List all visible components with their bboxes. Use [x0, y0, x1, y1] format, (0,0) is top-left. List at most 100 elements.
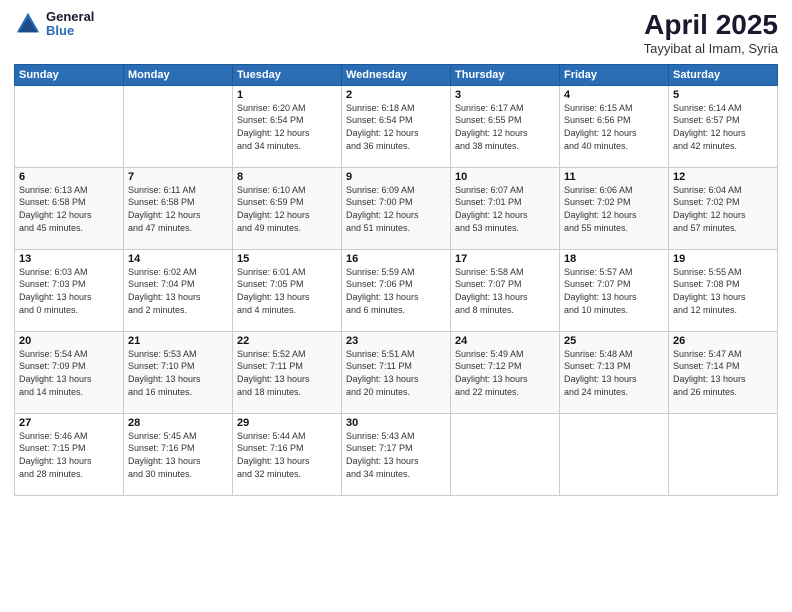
page: General Blue April 2025 Tayyibat al Imam… — [0, 0, 792, 612]
day-number: 5 — [673, 89, 773, 101]
day-info: Sunrise: 6:06 AM Sunset: 7:02 PM Dayligh… — [564, 184, 664, 234]
calendar-cell: 7Sunrise: 6:11 AM Sunset: 6:58 PM Daylig… — [124, 167, 233, 249]
calendar-cell: 1Sunrise: 6:20 AM Sunset: 6:54 PM Daylig… — [233, 85, 342, 167]
month-title: April 2025 — [644, 10, 778, 41]
calendar-cell: 22Sunrise: 5:52 AM Sunset: 7:11 PM Dayli… — [233, 331, 342, 413]
day-info: Sunrise: 6:15 AM Sunset: 6:56 PM Dayligh… — [564, 102, 664, 152]
day-info: Sunrise: 5:58 AM Sunset: 7:07 PM Dayligh… — [455, 266, 555, 316]
location-subtitle: Tayyibat al Imam, Syria — [644, 41, 778, 56]
day-info: Sunrise: 6:14 AM Sunset: 6:57 PM Dayligh… — [673, 102, 773, 152]
day-info: Sunrise: 5:45 AM Sunset: 7:16 PM Dayligh… — [128, 430, 228, 480]
day-number: 28 — [128, 417, 228, 429]
day-info: Sunrise: 5:44 AM Sunset: 7:16 PM Dayligh… — [237, 430, 337, 480]
day-number: 2 — [346, 89, 446, 101]
day-info: Sunrise: 5:59 AM Sunset: 7:06 PM Dayligh… — [346, 266, 446, 316]
day-number: 6 — [19, 171, 119, 183]
calendar-header: SundayMondayTuesdayWednesdayThursdayFrid… — [15, 64, 778, 85]
day-info: Sunrise: 5:43 AM Sunset: 7:17 PM Dayligh… — [346, 430, 446, 480]
calendar-cell: 25Sunrise: 5:48 AM Sunset: 7:13 PM Dayli… — [560, 331, 669, 413]
day-number: 23 — [346, 335, 446, 347]
day-info: Sunrise: 5:47 AM Sunset: 7:14 PM Dayligh… — [673, 348, 773, 398]
calendar-cell: 10Sunrise: 6:07 AM Sunset: 7:01 PM Dayli… — [451, 167, 560, 249]
calendar-cell: 15Sunrise: 6:01 AM Sunset: 7:05 PM Dayli… — [233, 249, 342, 331]
day-info: Sunrise: 6:04 AM Sunset: 7:02 PM Dayligh… — [673, 184, 773, 234]
day-number: 27 — [19, 417, 119, 429]
day-info: Sunrise: 5:52 AM Sunset: 7:11 PM Dayligh… — [237, 348, 337, 398]
day-number: 9 — [346, 171, 446, 183]
day-number: 19 — [673, 253, 773, 265]
calendar-week-4: 20Sunrise: 5:54 AM Sunset: 7:09 PM Dayli… — [15, 331, 778, 413]
day-number: 17 — [455, 253, 555, 265]
calendar-cell — [560, 413, 669, 495]
day-info: Sunrise: 6:10 AM Sunset: 6:59 PM Dayligh… — [237, 184, 337, 234]
header: General Blue April 2025 Tayyibat al Imam… — [14, 10, 778, 56]
header-row: SundayMondayTuesdayWednesdayThursdayFrid… — [15, 64, 778, 85]
day-number: 24 — [455, 335, 555, 347]
logo-text: General Blue — [46, 10, 94, 39]
day-header-sunday: Sunday — [15, 64, 124, 85]
calendar-cell: 2Sunrise: 6:18 AM Sunset: 6:54 PM Daylig… — [342, 85, 451, 167]
day-info: Sunrise: 5:57 AM Sunset: 7:07 PM Dayligh… — [564, 266, 664, 316]
calendar-table: SundayMondayTuesdayWednesdayThursdayFrid… — [14, 64, 778, 496]
calendar-cell: 23Sunrise: 5:51 AM Sunset: 7:11 PM Dayli… — [342, 331, 451, 413]
day-number: 8 — [237, 171, 337, 183]
calendar-week-5: 27Sunrise: 5:46 AM Sunset: 7:15 PM Dayli… — [15, 413, 778, 495]
day-number: 18 — [564, 253, 664, 265]
day-info: Sunrise: 6:07 AM Sunset: 7:01 PM Dayligh… — [455, 184, 555, 234]
day-info: Sunrise: 6:20 AM Sunset: 6:54 PM Dayligh… — [237, 102, 337, 152]
day-header-monday: Monday — [124, 64, 233, 85]
day-info: Sunrise: 6:13 AM Sunset: 6:58 PM Dayligh… — [19, 184, 119, 234]
day-info: Sunrise: 5:55 AM Sunset: 7:08 PM Dayligh… — [673, 266, 773, 316]
day-header-saturday: Saturday — [669, 64, 778, 85]
calendar-cell: 26Sunrise: 5:47 AM Sunset: 7:14 PM Dayli… — [669, 331, 778, 413]
day-info: Sunrise: 5:51 AM Sunset: 7:11 PM Dayligh… — [346, 348, 446, 398]
day-header-tuesday: Tuesday — [233, 64, 342, 85]
calendar-cell — [15, 85, 124, 167]
logo: General Blue — [14, 10, 94, 39]
calendar-cell: 20Sunrise: 5:54 AM Sunset: 7:09 PM Dayli… — [15, 331, 124, 413]
calendar-cell: 28Sunrise: 5:45 AM Sunset: 7:16 PM Dayli… — [124, 413, 233, 495]
day-number: 3 — [455, 89, 555, 101]
day-number: 30 — [346, 417, 446, 429]
day-info: Sunrise: 6:03 AM Sunset: 7:03 PM Dayligh… — [19, 266, 119, 316]
title-block: April 2025 Tayyibat al Imam, Syria — [644, 10, 778, 56]
calendar-cell: 11Sunrise: 6:06 AM Sunset: 7:02 PM Dayli… — [560, 167, 669, 249]
calendar-cell: 14Sunrise: 6:02 AM Sunset: 7:04 PM Dayli… — [124, 249, 233, 331]
calendar-cell: 19Sunrise: 5:55 AM Sunset: 7:08 PM Dayli… — [669, 249, 778, 331]
logo-general-text: General — [46, 10, 94, 24]
day-number: 26 — [673, 335, 773, 347]
day-info: Sunrise: 6:02 AM Sunset: 7:04 PM Dayligh… — [128, 266, 228, 316]
calendar-cell: 12Sunrise: 6:04 AM Sunset: 7:02 PM Dayli… — [669, 167, 778, 249]
day-info: Sunrise: 5:53 AM Sunset: 7:10 PM Dayligh… — [128, 348, 228, 398]
calendar-week-3: 13Sunrise: 6:03 AM Sunset: 7:03 PM Dayli… — [15, 249, 778, 331]
calendar-cell: 13Sunrise: 6:03 AM Sunset: 7:03 PM Dayli… — [15, 249, 124, 331]
calendar-cell — [451, 413, 560, 495]
day-header-friday: Friday — [560, 64, 669, 85]
day-info: Sunrise: 6:01 AM Sunset: 7:05 PM Dayligh… — [237, 266, 337, 316]
logo-blue-text: Blue — [46, 24, 94, 38]
day-number: 14 — [128, 253, 228, 265]
day-header-wednesday: Wednesday — [342, 64, 451, 85]
calendar-cell — [124, 85, 233, 167]
day-info: Sunrise: 5:46 AM Sunset: 7:15 PM Dayligh… — [19, 430, 119, 480]
calendar-cell: 27Sunrise: 5:46 AM Sunset: 7:15 PM Dayli… — [15, 413, 124, 495]
day-header-thursday: Thursday — [451, 64, 560, 85]
day-number: 4 — [564, 89, 664, 101]
logo-icon — [14, 10, 42, 38]
day-number: 25 — [564, 335, 664, 347]
calendar-cell: 18Sunrise: 5:57 AM Sunset: 7:07 PM Dayli… — [560, 249, 669, 331]
day-number: 16 — [346, 253, 446, 265]
calendar-cell: 30Sunrise: 5:43 AM Sunset: 7:17 PM Dayli… — [342, 413, 451, 495]
calendar-cell: 9Sunrise: 6:09 AM Sunset: 7:00 PM Daylig… — [342, 167, 451, 249]
day-info: Sunrise: 5:54 AM Sunset: 7:09 PM Dayligh… — [19, 348, 119, 398]
calendar-body: 1Sunrise: 6:20 AM Sunset: 6:54 PM Daylig… — [15, 85, 778, 495]
calendar-cell: 24Sunrise: 5:49 AM Sunset: 7:12 PM Dayli… — [451, 331, 560, 413]
day-info: Sunrise: 6:09 AM Sunset: 7:00 PM Dayligh… — [346, 184, 446, 234]
day-number: 15 — [237, 253, 337, 265]
calendar-cell: 3Sunrise: 6:17 AM Sunset: 6:55 PM Daylig… — [451, 85, 560, 167]
calendar-cell: 5Sunrise: 6:14 AM Sunset: 6:57 PM Daylig… — [669, 85, 778, 167]
calendar-week-2: 6Sunrise: 6:13 AM Sunset: 6:58 PM Daylig… — [15, 167, 778, 249]
calendar-cell: 16Sunrise: 5:59 AM Sunset: 7:06 PM Dayli… — [342, 249, 451, 331]
calendar-cell: 4Sunrise: 6:15 AM Sunset: 6:56 PM Daylig… — [560, 85, 669, 167]
day-info: Sunrise: 6:11 AM Sunset: 6:58 PM Dayligh… — [128, 184, 228, 234]
